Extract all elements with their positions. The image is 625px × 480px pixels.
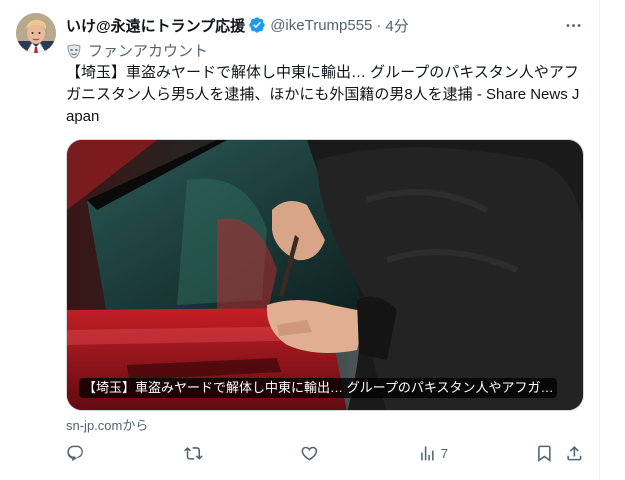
avatar[interactable] bbox=[16, 13, 56, 53]
reply-button[interactable] bbox=[66, 441, 85, 465]
display-name[interactable]: いけ@永遠にトランプ応援 bbox=[66, 15, 245, 36]
separator-dot: · bbox=[376, 16, 382, 34]
share-icon bbox=[567, 445, 582, 461]
bookmark-button[interactable] bbox=[535, 441, 554, 465]
views-button[interactable]: 7 bbox=[418, 441, 448, 465]
tweet-text: 【埼玉】車盗みヤードで解体し中東に輸出… グループのパキスタン人やアフガニスタン… bbox=[66, 64, 580, 125]
action-bar: 7 bbox=[66, 441, 586, 465]
car-theft-photo bbox=[67, 140, 583, 410]
timestamp[interactable]: 4分 bbox=[385, 15, 408, 36]
fan-account-label[interactable]: ファンアカウント bbox=[66, 40, 208, 61]
avatar-image bbox=[16, 13, 56, 53]
verified-badge-icon[interactable] bbox=[248, 16, 266, 34]
card-caption[interactable]: 【埼玉】車盗みヤードで解体し中東に輸出… グループのパキスタン人やアフガ… bbox=[79, 378, 558, 398]
more-icon bbox=[566, 23, 580, 27]
fan-account-text: ファンアカウント bbox=[88, 43, 209, 60]
like-button[interactable] bbox=[300, 441, 319, 465]
link-card-image[interactable]: 【埼玉】車盗みヤードで解体し中東に輸出… グループのパキスタン人やアフガ… bbox=[66, 139, 584, 411]
fan-mask-icon bbox=[66, 43, 82, 59]
views-count: 7 bbox=[440, 445, 448, 461]
tweet-header: いけ@永遠にトランプ応援 @ikeTrump555 · 4分 bbox=[66, 15, 409, 35]
like-icon bbox=[301, 446, 318, 461]
link-source[interactable]: sn-jp.comから bbox=[66, 415, 148, 434]
user-handle[interactable]: @ikeTrump555 bbox=[270, 17, 372, 34]
retweet-button[interactable] bbox=[184, 441, 203, 465]
retweet-icon bbox=[184, 446, 203, 460]
more-button[interactable] bbox=[562, 14, 584, 36]
tweet-card[interactable]: いけ@永遠にトランプ応援 @ikeTrump555 · 4分 ファンアカウント … bbox=[0, 0, 600, 480]
views-icon bbox=[421, 445, 434, 461]
bookmark-icon bbox=[538, 445, 551, 462]
share-button[interactable] bbox=[565, 441, 584, 465]
reply-icon bbox=[67, 445, 83, 461]
